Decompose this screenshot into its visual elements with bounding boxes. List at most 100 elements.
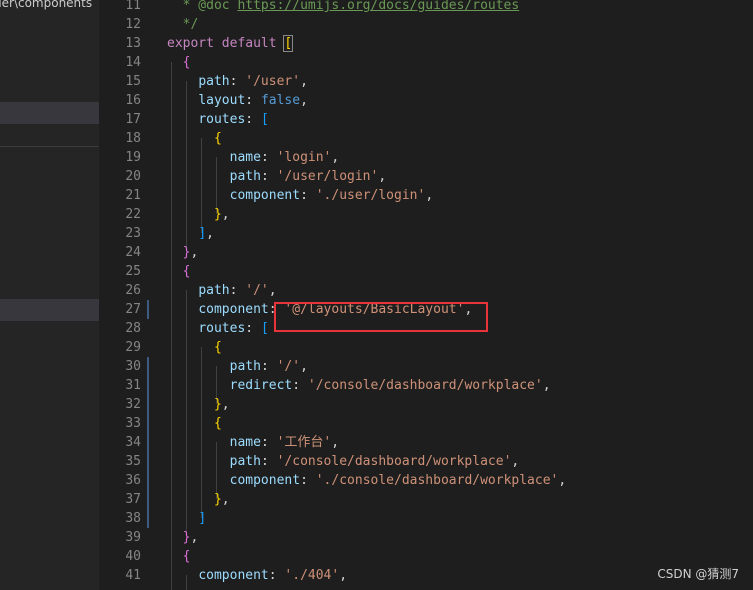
line-number: 19 — [125, 150, 141, 165]
code-token: */ — [182, 17, 199, 32]
code-text[interactable]: component: './console/dashboard/workplac… — [167, 471, 567, 490]
code-token: : — [268, 568, 285, 583]
code-token: false — [260, 93, 301, 108]
code-token: '/user/login' — [276, 169, 379, 184]
code-token: , — [300, 93, 308, 108]
code-text[interactable]: }, — [167, 490, 230, 509]
code-token: , — [190, 245, 199, 260]
explorer-divider — [0, 146, 99, 147]
line-number: 23 — [125, 226, 141, 241]
line-number: 28 — [125, 321, 141, 336]
code-token: path — [229, 359, 261, 374]
code-token: ] — [198, 226, 207, 241]
code-token: } — [213, 207, 222, 222]
code-text[interactable]: { — [167, 53, 191, 72]
code-token: { — [182, 549, 191, 564]
line-number: 17 — [125, 112, 141, 127]
code-text[interactable]: * @doc https://umijs.org/docs/guides/rou… — [167, 0, 520, 15]
code-text[interactable]: path: '/user/login', — [167, 167, 387, 186]
line-number: 26 — [125, 283, 141, 298]
code-text[interactable]: ] — [167, 509, 206, 528]
code-token: : — [260, 435, 277, 450]
code-token: , — [511, 454, 520, 469]
code-text[interactable]: { — [167, 129, 222, 148]
code-token: export — [167, 36, 214, 51]
line-number: 13 — [125, 36, 141, 51]
code-text[interactable]: path: '/', — [167, 357, 308, 376]
line-number: 40 — [125, 549, 141, 564]
code-text[interactable]: export default [ — [167, 34, 294, 53]
gutter-change-marker — [147, 490, 149, 509]
code-token: [ — [283, 35, 294, 52]
line-number: 41 — [125, 568, 141, 583]
code-text[interactable]: component: './404', — [167, 566, 347, 585]
code-editor[interactable]: 11 * @doc https://umijs.org/docs/guides/… — [99, 0, 753, 590]
code-token: , — [331, 150, 340, 165]
code-token: : — [260, 150, 277, 165]
code-token: '/console/dashboard/workplace' — [307, 378, 543, 393]
code-token: ] — [198, 511, 207, 526]
code-token: } — [213, 397, 222, 412]
code-token: './404' — [284, 568, 340, 583]
code-token: https://umijs.org/docs/guides/routes — [237, 0, 520, 13]
code-text[interactable]: redirect: '/console/dashboard/workplace'… — [167, 376, 551, 395]
code-token: : — [229, 283, 246, 298]
explorer-path-label[interactable]: der\components — [0, 0, 92, 10]
code-token: name — [229, 150, 261, 165]
code-text[interactable]: { — [167, 414, 222, 433]
line-number: 21 — [125, 188, 141, 203]
gutter-change-marker — [147, 471, 149, 490]
code-token: , — [558, 473, 567, 488]
code-text[interactable]: { — [167, 338, 222, 357]
code-token: : — [245, 112, 261, 127]
code-token: default — [221, 36, 277, 51]
code-token: , — [331, 435, 340, 450]
code-token: path — [229, 454, 261, 469]
code-text[interactable]: }, — [167, 243, 199, 262]
gutter-change-marker — [147, 414, 149, 433]
explorer-selected-row[interactable] — [0, 102, 99, 124]
code-token: { — [182, 264, 191, 279]
code-text[interactable]: name: 'login', — [167, 148, 340, 167]
code-text[interactable]: path: '/', — [167, 281, 276, 300]
code-token: './user/login' — [315, 188, 426, 203]
line-number: 16 — [125, 93, 141, 108]
code-text[interactable]: }, — [167, 395, 230, 414]
code-token: '/' — [276, 359, 301, 374]
code-text[interactable]: layout: false, — [167, 91, 308, 110]
code-text[interactable]: { — [167, 547, 191, 566]
code-text[interactable]: component: './user/login', — [167, 186, 434, 205]
code-text[interactable]: routes: [ — [167, 110, 268, 129]
code-token: [ — [260, 321, 269, 336]
code-token: name — [229, 435, 261, 450]
code-text[interactable]: routes: [ — [167, 319, 269, 338]
line-number: 14 — [125, 55, 141, 70]
gutter-change-marker — [147, 395, 149, 414]
code-text[interactable]: */ — [167, 15, 199, 34]
line-number: 30 — [125, 359, 141, 374]
explorer-selected-row[interactable] — [0, 299, 99, 321]
code-text[interactable]: path: '/user', — [167, 72, 308, 91]
code-text[interactable]: }, — [167, 205, 230, 224]
code-text[interactable]: path: '/console/dashboard/workplace', — [167, 452, 520, 471]
line-number: 15 — [125, 74, 141, 89]
explorer-sidebar: der\components — [0, 0, 99, 590]
code-text[interactable]: { — [167, 262, 191, 281]
code-text[interactable]: name: '工作台', — [167, 433, 339, 452]
code-text[interactable]: }, — [167, 528, 199, 547]
code-text[interactable]: ], — [167, 224, 214, 243]
code-token: , — [300, 74, 308, 89]
